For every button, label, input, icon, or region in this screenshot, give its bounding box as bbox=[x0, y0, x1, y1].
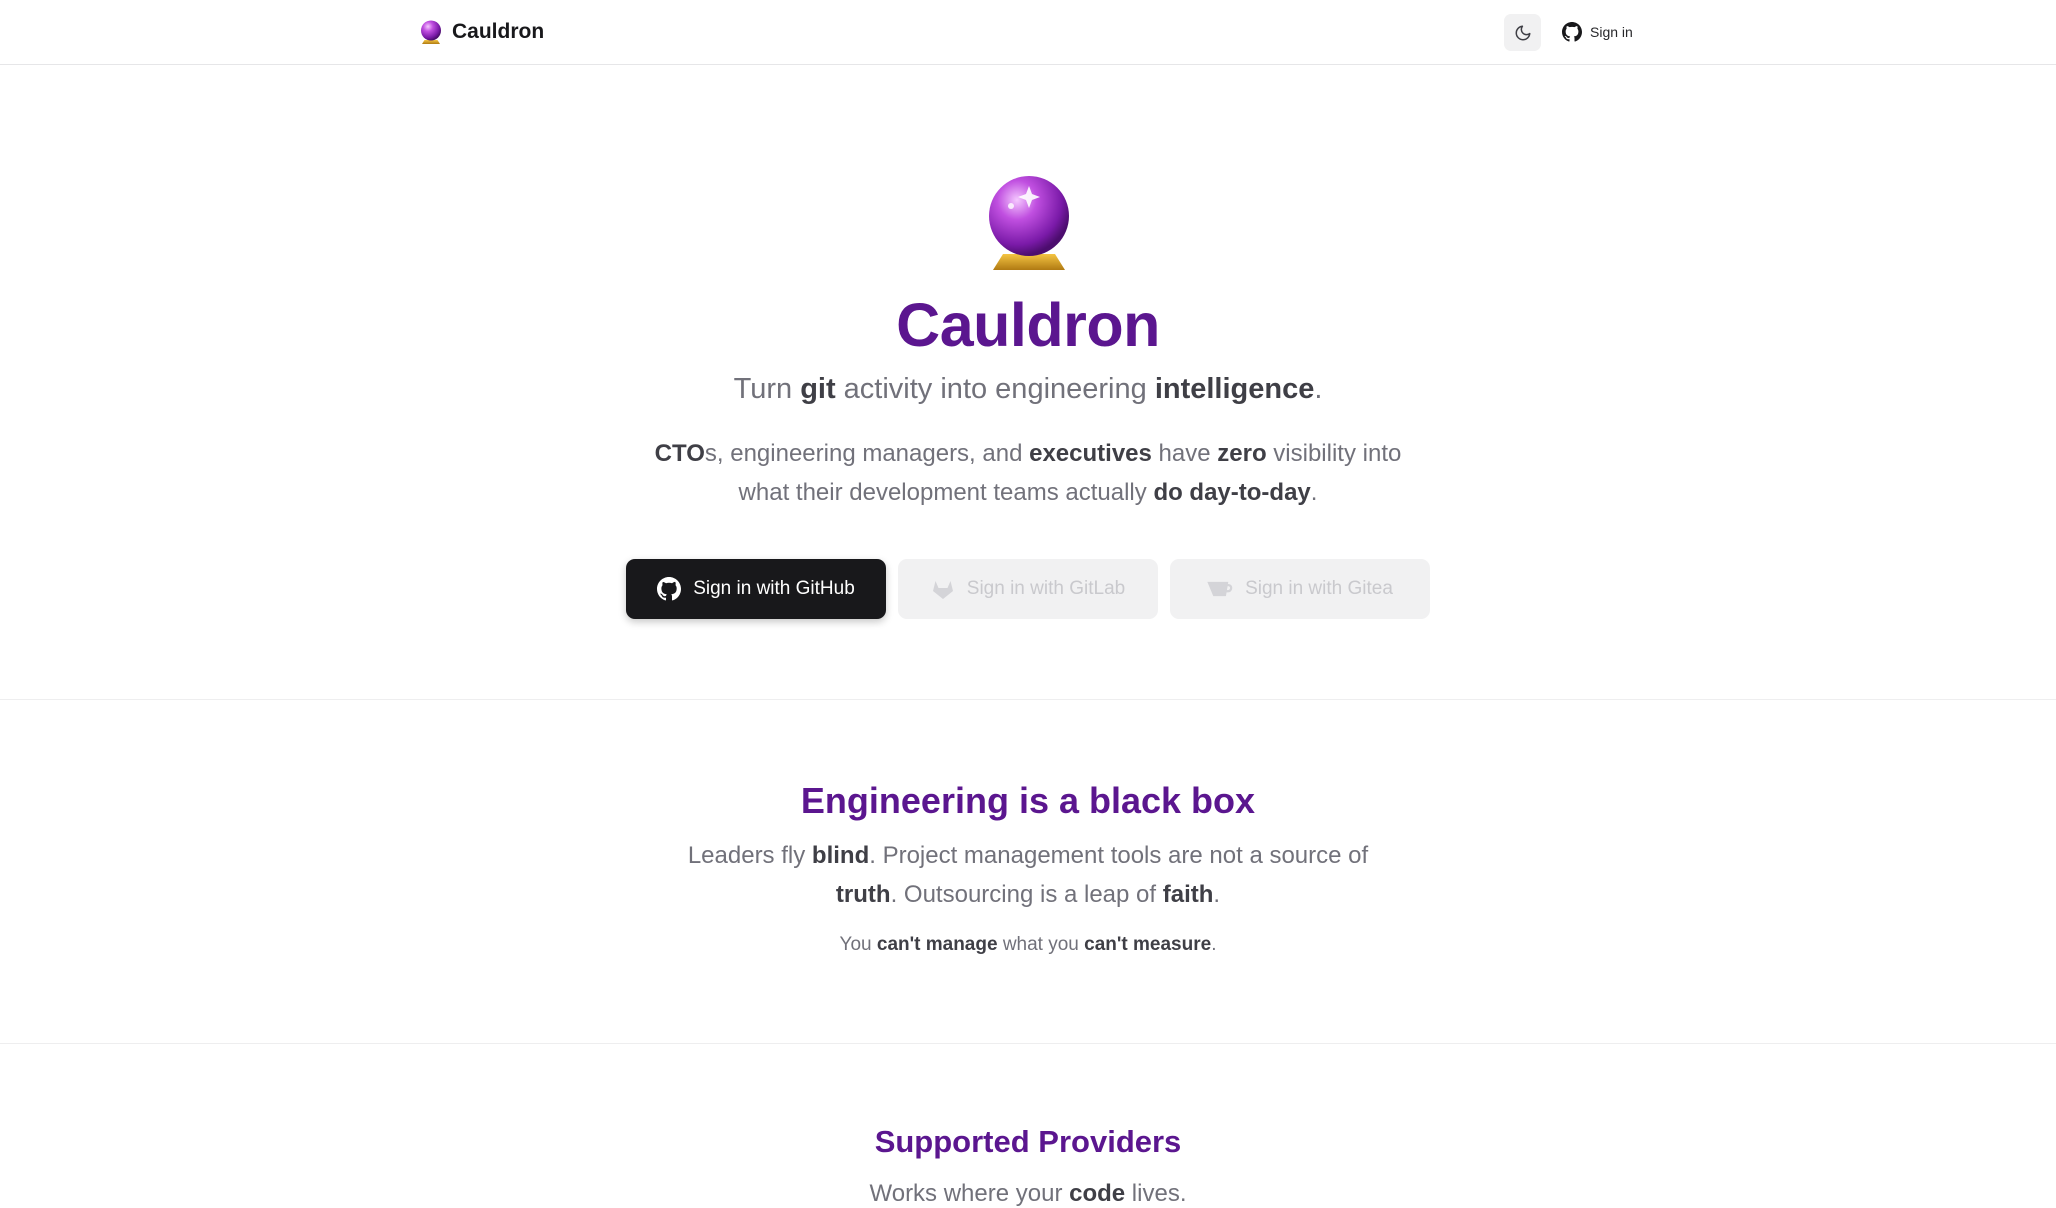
providers-text: Works where your code lives. bbox=[869, 1180, 1187, 1207]
brand-name: Cauldron bbox=[452, 20, 545, 43]
black-box-note: You can't manage what you can't measure. bbox=[839, 934, 1217, 955]
black-box-text: Leaders fly blind. Project management to… bbox=[687, 842, 1369, 908]
hero-title: Cauldron bbox=[896, 291, 1160, 359]
brand-link[interactable]: Cauldron bbox=[420, 18, 544, 46]
header-signin-label: Sign in bbox=[1590, 24, 1633, 40]
signin-gitea-button[interactable]: Sign in with Gitea bbox=[1170, 559, 1430, 619]
theme-toggle-button[interactable] bbox=[1504, 14, 1541, 51]
signin-github-button[interactable]: Sign in with GitHub bbox=[626, 559, 886, 619]
hero-description: CTOs, engineering managers, and executiv… bbox=[654, 440, 1402, 506]
providers-title: Supported Providers bbox=[874, 1124, 1182, 1159]
black-box-title: Engineering is a black box bbox=[800, 780, 1256, 821]
signin-gitea-label: Sign in with Gitea bbox=[1245, 578, 1393, 599]
crystal-ball-icon bbox=[989, 176, 1069, 270]
signin-github-label: Sign in with GitHub bbox=[693, 578, 855, 599]
gitea-icon bbox=[1207, 581, 1233, 597]
section-divider bbox=[0, 1043, 2056, 1044]
signin-gitlab-label: Sign in with GitLab bbox=[966, 578, 1126, 599]
github-icon bbox=[657, 577, 682, 601]
top-navbar: Cauldron Sign in bbox=[0, 0, 2056, 65]
crystal-ball-icon bbox=[421, 20, 441, 44]
github-icon bbox=[1562, 22, 1582, 42]
section-divider bbox=[0, 699, 2056, 700]
header-signin-link[interactable]: Sign in bbox=[1562, 18, 1633, 46]
moon-icon bbox=[1515, 25, 1530, 40]
signin-gitlab-button[interactable]: Sign in with GitLab bbox=[898, 559, 1158, 619]
hero-tagline: Turn git activity into engineering intel… bbox=[733, 373, 1323, 405]
gitlab-icon bbox=[932, 581, 953, 599]
